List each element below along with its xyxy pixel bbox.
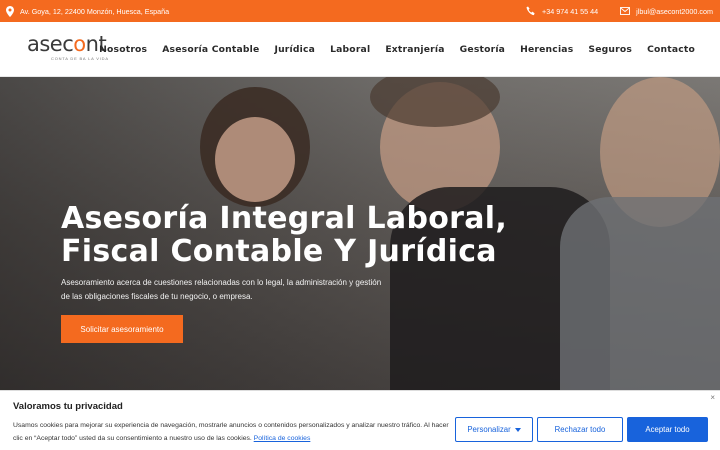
cookie-text: Usamos cookies para mejorar su experienc… — [13, 422, 449, 442]
hero-subtitle: Asesoramiento acerca de cuestiones relac… — [61, 278, 382, 301]
nav-item-herencias[interactable]: Herencias — [520, 44, 573, 55]
close-icon[interactable]: × — [710, 393, 715, 402]
nav-item-contacto[interactable]: Contacto — [647, 44, 695, 55]
nav-item-asesoria-contable[interactable]: Asesoría Contable — [162, 44, 259, 55]
cookie-consent-banner: × Valoramos tu privacidad Usamos cookies… — [0, 390, 720, 450]
mail-icon — [620, 7, 631, 15]
accept-all-button[interactable]: Aceptar todo — [627, 417, 708, 442]
customize-button[interactable]: Personalizar — [455, 417, 533, 442]
address-block: Av. Goya, 12, 22400 Monzón, Huesca, Espa… — [6, 0, 169, 22]
main-nav: Nosotros Asesoría Contable Jurídica Labo… — [99, 22, 695, 77]
address-text: Av. Goya, 12, 22400 Monzón, Huesca, Espa… — [20, 6, 170, 16]
chevron-down-icon — [514, 427, 521, 432]
email-link[interactable]: jlbul@asecont2000.com — [636, 7, 713, 16]
contact-block: +34 974 41 55 44 jlbul@asecont2000.com — [526, 0, 713, 22]
nav-item-seguros[interactable]: Seguros — [588, 44, 632, 55]
request-advice-button[interactable]: Solicitar asesoramiento — [61, 315, 183, 343]
cookie-policy-link[interactable]: Política de cookies — [254, 435, 311, 442]
hero-title: Asesoría Integral Laboral, Fiscal Contabl… — [61, 201, 508, 269]
nav-item-laboral[interactable]: Laboral — [330, 44, 370, 55]
cookie-title: Valoramos tu privacidad — [13, 401, 123, 412]
nav-item-juridica[interactable]: Jurídica — [274, 44, 315, 55]
phone-link[interactable]: +34 974 41 55 44 — [542, 7, 598, 16]
top-contact-bar: Av. Goya, 12, 22400 Monzón, Huesca, Espa… — [0, 0, 720, 22]
nav-item-extranjeria[interactable]: Extranjería — [385, 44, 444, 55]
site-header: asecont CONTA DE BA LA VIDA Nosotros Ase… — [0, 22, 720, 77]
nav-item-nosotros[interactable]: Nosotros — [99, 44, 147, 55]
reject-all-button[interactable]: Rechazar todo — [537, 417, 623, 442]
nav-item-gestoria[interactable]: Gestoría — [460, 44, 505, 55]
phone-icon — [526, 6, 536, 16]
location-pin-icon — [6, 5, 14, 17]
